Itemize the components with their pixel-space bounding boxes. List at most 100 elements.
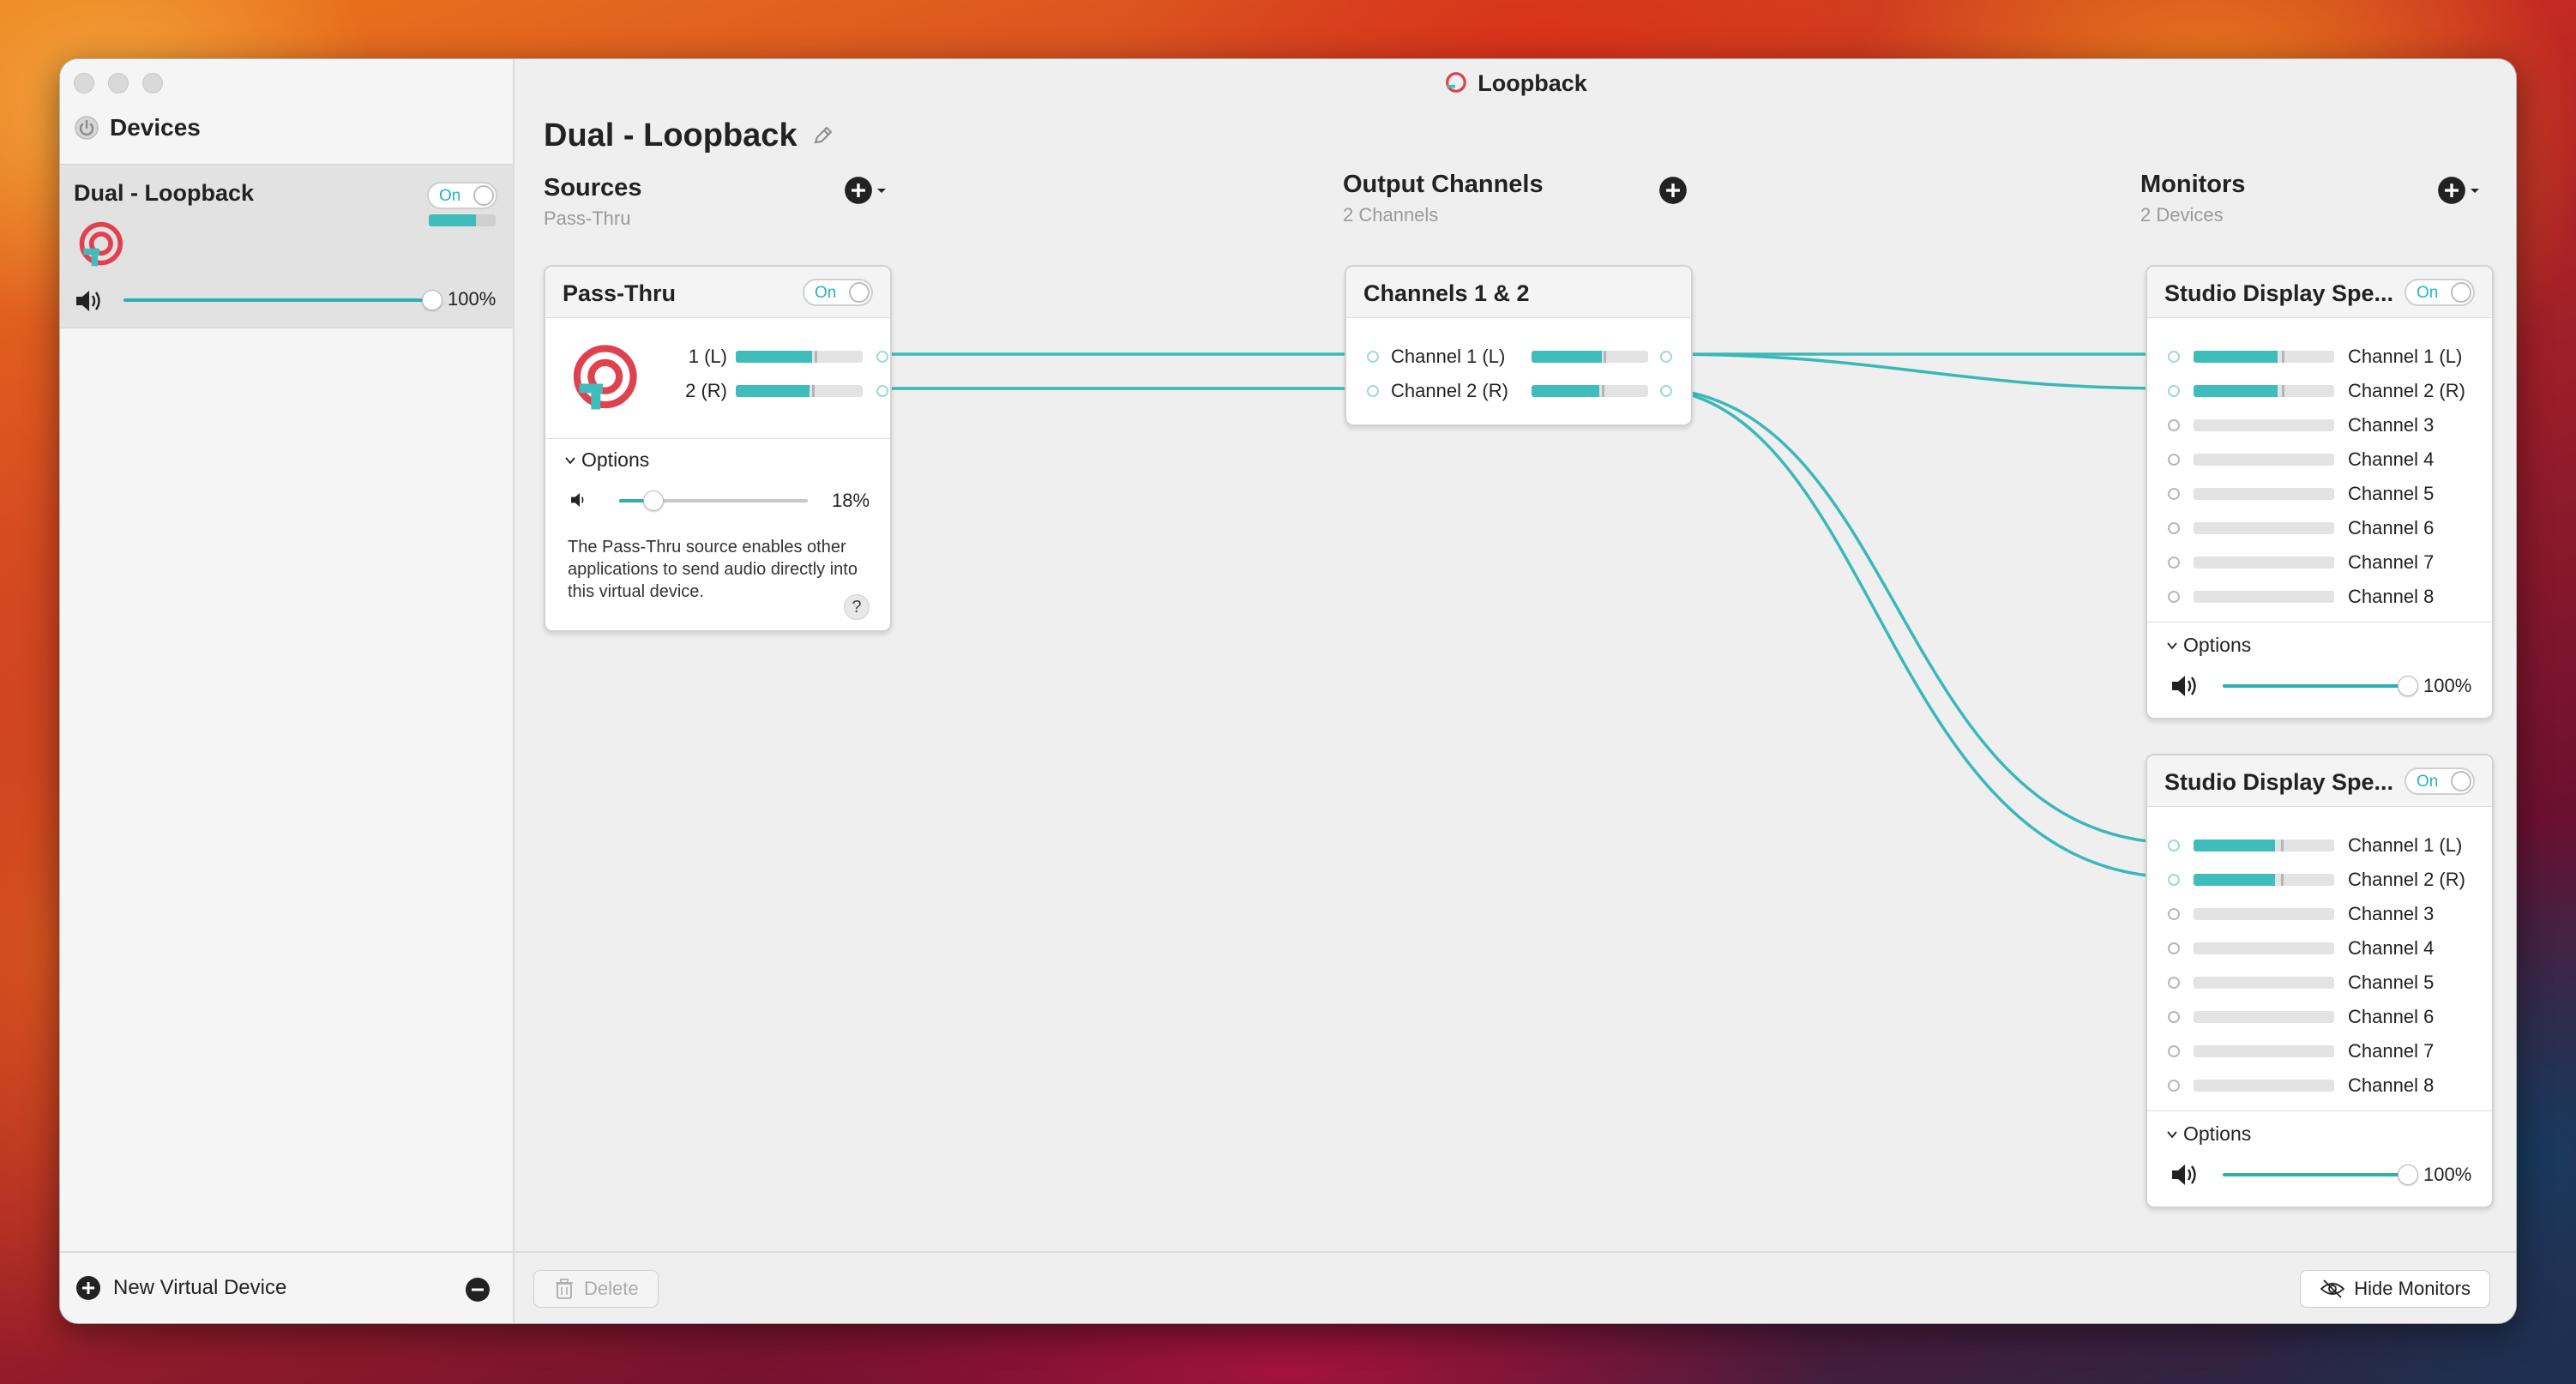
delete-button[interactable]: Delete bbox=[533, 1270, 659, 1308]
monitor-toggle[interactable]: On bbox=[2404, 767, 2475, 795]
input-port[interactable] bbox=[2168, 908, 2180, 920]
level-meter bbox=[2194, 591, 2334, 603]
channel-label: 1 (L) bbox=[688, 346, 727, 367]
channel-row: Channel 2 (R) bbox=[1367, 380, 1684, 402]
level-fill bbox=[2194, 874, 2276, 886]
channel-row: Channel 4 bbox=[2168, 448, 2434, 471]
channel-label: 2 (R) bbox=[685, 380, 727, 401]
channel-row: Channel 6 bbox=[2168, 1006, 2434, 1028]
speaker-icon bbox=[571, 493, 584, 507]
speaker-icon bbox=[76, 291, 100, 311]
close-button[interactable] bbox=[74, 73, 94, 93]
speaker-icon bbox=[2172, 676, 2196, 696]
channel-meter-wrap bbox=[2194, 385, 2334, 397]
slider-knob[interactable] bbox=[2398, 676, 2418, 696]
input-port[interactable] bbox=[2168, 942, 2180, 954]
channel-row: Channel 4 bbox=[2168, 937, 2434, 960]
input-port[interactable] bbox=[2168, 557, 2180, 569]
input-port[interactable] bbox=[2168, 874, 2180, 886]
zoom-button[interactable] bbox=[142, 73, 163, 93]
input-port[interactable] bbox=[2168, 839, 2180, 851]
plus-circle-icon bbox=[76, 1276, 100, 1300]
device-toggle[interactable]: On bbox=[427, 182, 497, 209]
monitor-toggle[interactable]: On bbox=[2404, 279, 2475, 306]
output-port[interactable] bbox=[1660, 385, 1672, 397]
input-port[interactable] bbox=[2168, 1080, 2180, 1092]
page-title: Dual - Loopback bbox=[544, 117, 797, 153]
output-port[interactable] bbox=[876, 385, 888, 397]
channel-meter-wrap bbox=[1532, 385, 1648, 397]
title-bar: Loopback bbox=[515, 59, 2516, 107]
device-level-meter bbox=[429, 214, 496, 226]
channel-row: Channel 1 (L) bbox=[2168, 346, 2462, 368]
add-source-button[interactable] bbox=[844, 176, 887, 205]
input-port[interactable] bbox=[2168, 591, 2180, 603]
channel-label: Channel 1 (L) bbox=[2348, 346, 2463, 367]
monitor-volume-slider[interactable] bbox=[2223, 676, 2418, 696]
pass-thru-toggle[interactable]: On bbox=[803, 279, 873, 306]
new-virtual-device-label: New Virtual Device bbox=[113, 1276, 287, 1299]
monitor-volume-slider[interactable] bbox=[2223, 1164, 2418, 1185]
monitor-card: Studio Display Spe... On Channel 1 (L) Ch… bbox=[2146, 265, 2494, 719]
toggle-knob bbox=[2451, 771, 2471, 791]
device-name: Dual - Loopback bbox=[74, 180, 255, 206]
device-volume-slider[interactable] bbox=[123, 290, 442, 310]
level-fill bbox=[429, 214, 476, 226]
channel-row: Channel 3 bbox=[2168, 903, 2434, 925]
divider bbox=[545, 438, 890, 439]
options-disclosure[interactable]: Options bbox=[564, 448, 649, 472]
hide-monitors-button[interactable]: Hide Monitors bbox=[2300, 1270, 2490, 1308]
channel-row: Channel 5 bbox=[2168, 483, 2434, 505]
window-title: Loopback bbox=[1478, 69, 1587, 96]
level-fill bbox=[2194, 351, 2278, 363]
pass-thru-card: Pass-Thru On 1 (L) 2 (R) Options 18% The … bbox=[544, 265, 892, 632]
input-port[interactable] bbox=[2168, 1045, 2180, 1057]
help-button[interactable]: ? bbox=[844, 594, 870, 620]
chevron-down-icon bbox=[565, 456, 575, 464]
output-port[interactable] bbox=[876, 351, 888, 363]
channel-meter-wrap bbox=[2194, 419, 2334, 431]
input-port[interactable] bbox=[2168, 419, 2180, 431]
level-fill bbox=[736, 351, 812, 363]
level-meter bbox=[2194, 839, 2334, 851]
add-output-button[interactable] bbox=[1658, 176, 1688, 205]
monitor-volume-label: 100% bbox=[2423, 675, 2472, 696]
input-port[interactable] bbox=[2168, 454, 2180, 466]
channel-row: Channel 8 bbox=[2168, 586, 2434, 608]
add-monitor-button[interactable] bbox=[2437, 176, 2480, 205]
input-port[interactable] bbox=[2168, 488, 2180, 500]
divider bbox=[2147, 1110, 2492, 1111]
level-meter bbox=[736, 385, 863, 397]
channel-meter-wrap bbox=[2194, 1080, 2334, 1092]
device-volume-label: 100% bbox=[448, 288, 497, 310]
eye-slash-icon bbox=[2320, 1279, 2345, 1298]
minimize-button[interactable] bbox=[108, 73, 129, 93]
input-port[interactable] bbox=[1367, 385, 1379, 397]
sidebar-device-item[interactable]: Dual - Loopback On 100% bbox=[60, 164, 513, 328]
options-disclosure[interactable]: Options bbox=[2166, 634, 2251, 657]
input-port[interactable] bbox=[2168, 1011, 2180, 1023]
input-port[interactable] bbox=[2168, 977, 2180, 989]
minus-circle-icon[interactable] bbox=[465, 1277, 491, 1303]
input-port[interactable] bbox=[2168, 351, 2180, 363]
channel-row: Channel 1 (L) bbox=[1367, 346, 1684, 368]
new-virtual-device-button[interactable]: New Virtual Device bbox=[75, 1275, 286, 1301]
channel-meter-wrap bbox=[2194, 839, 2334, 851]
channel-row: 2 (R) bbox=[640, 380, 888, 402]
pass-thru-volume-slider[interactable] bbox=[619, 490, 808, 511]
slider-knob[interactable] bbox=[422, 290, 442, 310]
level-meter bbox=[2194, 874, 2334, 886]
slider-knob[interactable] bbox=[2398, 1164, 2418, 1185]
options-disclosure[interactable]: Options bbox=[2166, 1122, 2251, 1146]
output-port[interactable] bbox=[1660, 351, 1672, 363]
level-meter bbox=[2194, 522, 2334, 534]
input-port[interactable] bbox=[2168, 522, 2180, 534]
input-port[interactable] bbox=[1367, 351, 1379, 363]
toggle-label: On bbox=[2417, 773, 2439, 791]
input-port[interactable] bbox=[2168, 385, 2180, 397]
pencil-icon[interactable] bbox=[811, 125, 834, 147]
channel-label: Channel 6 bbox=[2348, 1006, 2435, 1027]
window-controls bbox=[74, 73, 163, 93]
level-meter bbox=[2194, 977, 2334, 989]
slider-knob[interactable] bbox=[642, 490, 664, 511]
